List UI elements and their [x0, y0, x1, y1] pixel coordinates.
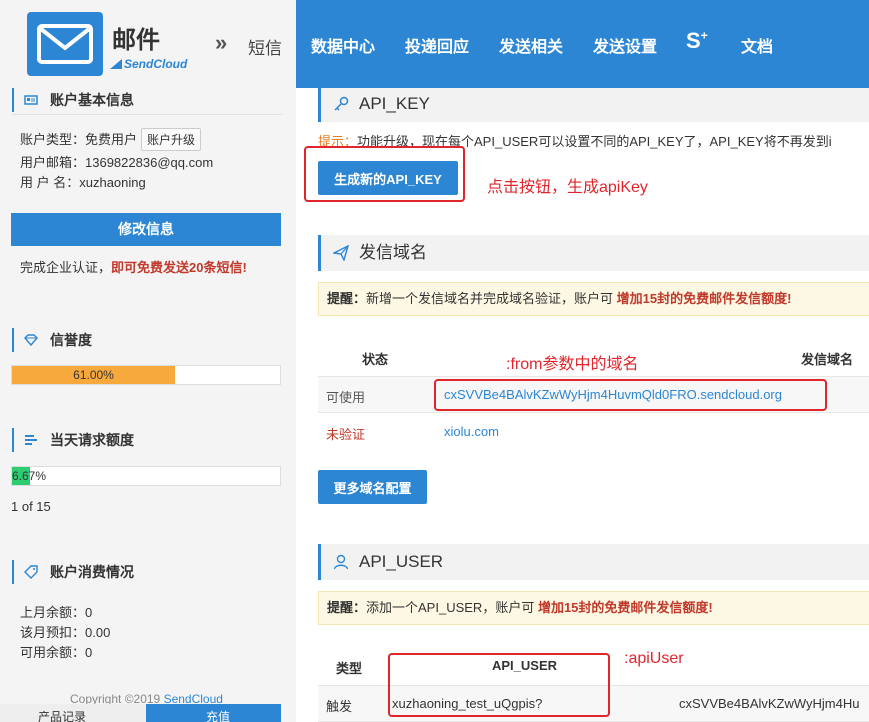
- key-icon: [334, 96, 349, 111]
- apiuser-col-type: 类型: [336, 661, 363, 676]
- daily-quota-title: 当天请求额度: [12, 428, 134, 452]
- quota-count: 1 of 15: [11, 499, 51, 514]
- brand-subtitle: SendCloud: [110, 57, 187, 71]
- apiuser-row-1-type: 触发: [326, 699, 353, 714]
- nav-item-send-settings[interactable]: 发送设置: [593, 33, 657, 57]
- enterprise-promo: 完成企业认证，即可免费发送20条短信!: [20, 260, 247, 275]
- recharge-tab[interactable]: 充值: [146, 704, 281, 722]
- annotation-apikey-note: 点击按钮，生成apiKey: [487, 179, 648, 196]
- breadcrumb-sms-link[interactable]: 短信: [248, 34, 282, 59]
- generate-apikey-button[interactable]: 生成新的API_KEY: [318, 161, 458, 195]
- breadcrumb-arrow-icon: »: [215, 30, 228, 55]
- credit-progress-fill: 61.00%: [12, 366, 175, 384]
- apiuser-notice: 提醒：添加一个API_USER，账户可 增加15封的免费邮件发信额度!: [318, 591, 869, 625]
- credit-progress-bar: 61.00%: [11, 365, 281, 385]
- annotation-box-apiuser: [388, 653, 610, 717]
- nav-item-delivery-response[interactable]: 投递回应: [405, 33, 469, 57]
- divider: [12, 114, 282, 115]
- domain-col-domain: 发信域名: [801, 352, 854, 367]
- upgrade-account-button[interactable]: 账户升级: [141, 128, 202, 151]
- annotation-domain-note: :from参数中的域名: [506, 356, 639, 373]
- main-content: API_KEY 提示：功能升级，现在每个API_USER可以设置不同的API_K…: [296, 88, 869, 722]
- domain-col-status: 状态: [362, 352, 389, 367]
- available-balance-row: 可用余额：0: [20, 645, 93, 660]
- tag-icon: [24, 565, 38, 579]
- apikey-card-title: API_KEY: [318, 88, 869, 122]
- more-domain-config-button[interactable]: 更多域名配置: [318, 470, 427, 504]
- credit-title: 信誉度: [12, 328, 92, 352]
- sidebar: 账户基本信息 账户类型：免费用户 账户升级 用户邮箱：1369822836@qq.…: [0, 88, 296, 722]
- domain-row-2-domain[interactable]: xiolu.com: [444, 424, 499, 439]
- account-info-title: 账户基本信息: [12, 88, 134, 112]
- account-type-row: 账户类型：免费用户 账户升级: [20, 128, 202, 151]
- prepaid-row: 该月预扣：0.00: [20, 625, 111, 640]
- email-row: 用户邮箱：1369822836@qq.com: [20, 155, 214, 170]
- modify-info-button[interactable]: 修改信息: [11, 213, 281, 246]
- apiuser-row-1-key[interactable]: cxSVVBe4BAlvKZwWyHjm4Hu: [679, 696, 859, 711]
- domain-row-1-status: 可使用: [326, 390, 366, 405]
- domain-row-2-status: 未验证: [326, 427, 366, 442]
- bottom-tabs: 产品记录 充值: [0, 704, 296, 722]
- nav-item-docs[interactable]: 文档: [741, 33, 773, 57]
- apiuser-card-title: API_USER: [318, 544, 869, 580]
- diamond-icon: [24, 334, 38, 347]
- last-month-balance-row: 上月余额：0: [20, 605, 93, 620]
- brand-area: 邮件 SendCloud » 短信: [0, 0, 296, 88]
- top-bar: 邮件 SendCloud » 短信 数据中心 投递回应 发送相关 发送设置 S+…: [0, 0, 869, 88]
- quota-progress-fill: 6.67%: [12, 467, 47, 485]
- annotation-apiuser-note: :apiUser: [624, 650, 684, 667]
- annotation-box-domain: [434, 379, 827, 411]
- nav-item-s-plus[interactable]: S+: [686, 28, 708, 54]
- main-nav: 数据中心 投递回应 发送相关 发送设置 S+ 文档: [296, 0, 869, 88]
- nav-item-data-center[interactable]: 数据中心: [311, 33, 375, 57]
- account-spend-title: 账户消费情况: [12, 560, 134, 584]
- quota-progress-bar: 6.67%: [11, 466, 281, 486]
- sendcloud-logo-icon: [110, 59, 122, 69]
- id-card-icon: [24, 95, 38, 105]
- promo-highlight[interactable]: 即可免费发送20条短信!: [111, 260, 247, 275]
- nav-item-send-related[interactable]: 发送相关: [499, 33, 563, 57]
- mail-logo-icon[interactable]: [27, 12, 103, 76]
- brand-title: 邮件: [112, 26, 160, 54]
- domain-card-title: 发信域名: [318, 235, 869, 271]
- domain-notice: 提醒：新增一个发信域名并完成域名验证，账户可 增加15封的免费邮件发信额度!: [318, 282, 869, 316]
- product-records-tab[interactable]: 产品记录: [0, 704, 146, 722]
- list-icon: [25, 435, 37, 445]
- send-plane-icon: [333, 245, 349, 261]
- user-icon: [333, 554, 349, 570]
- username-row: 用 户 名：xuzhaoning: [20, 175, 146, 190]
